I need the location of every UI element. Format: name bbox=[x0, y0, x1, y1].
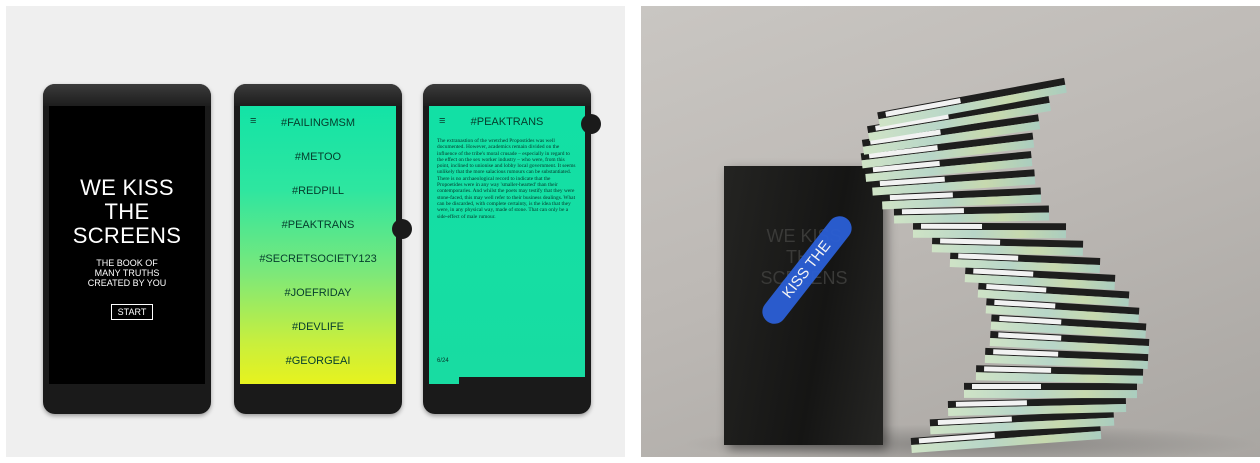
right-panel-book-photo: WE KISS THE SCREENS KISS THE SCREENS bbox=[641, 6, 1260, 457]
side-notch bbox=[392, 219, 412, 239]
article-title: #PEAKTRANS bbox=[470, 116, 544, 128]
phone-bezel bbox=[43, 84, 211, 106]
tag-item[interactable]: #REDPILL bbox=[240, 184, 396, 218]
spine-label bbox=[971, 383, 1041, 389]
phone-bezel bbox=[234, 84, 402, 106]
app-subtitle: THE BOOK OF MANY TRUTHS CREATED BY YOU bbox=[87, 258, 167, 288]
phone-article: ≡ #PEAKTRANS The extranastion of the wre… bbox=[423, 84, 601, 414]
tag-item[interactable]: #SECRETSOCIETY123 bbox=[240, 252, 396, 286]
book-cover: WE KISS THE SCREENS KISS THE SCREENS bbox=[724, 166, 883, 445]
article-body: The extranastion of the wretched Propost… bbox=[437, 138, 576, 220]
app-title: WE KISS THE SCREENS bbox=[72, 175, 182, 248]
tag-list: #FAILINGMSM #METOO #REDPILL #PEAKTRANS #… bbox=[240, 116, 396, 384]
page-number: 6/24 bbox=[437, 358, 449, 364]
book-pages bbox=[963, 389, 1137, 399]
start-screen: WE KISS THE SCREENS THE BOOK OF MANY TRU… bbox=[49, 106, 205, 384]
phone-bezel bbox=[423, 84, 591, 106]
tag-item[interactable]: #DEVLIFE bbox=[240, 320, 396, 354]
tag-item[interactable]: #PEAKTRANS bbox=[240, 218, 396, 252]
tag-item[interactable]: #FAILINGMSM bbox=[240, 116, 396, 150]
tag-item[interactable]: #METOO bbox=[240, 150, 396, 184]
stacked-book bbox=[963, 382, 1137, 399]
start-button[interactable]: START bbox=[111, 304, 153, 320]
book-pages bbox=[913, 229, 1067, 239]
phone-start-screen: WE KISS THE SCREENS THE BOOK OF MANY TRU… bbox=[43, 84, 211, 414]
side-notch bbox=[581, 114, 601, 134]
stacked-book bbox=[894, 205, 1050, 224]
phone-tag-list: ≡ #FAILINGMSM #METOO #REDPILL #PEAKTRANS… bbox=[234, 84, 412, 414]
article-screen: ≡ #PEAKTRANS The extranastion of the wre… bbox=[429, 106, 585, 384]
book-pages bbox=[894, 212, 1050, 224]
left-panel-app-screens: WE KISS THE SCREENS THE BOOK OF MANY TRU… bbox=[6, 6, 625, 457]
progress-bar bbox=[459, 377, 585, 384]
stacked-book bbox=[913, 222, 1067, 239]
tag-item[interactable]: #GEORGEAI bbox=[240, 354, 396, 384]
spine-label bbox=[921, 223, 983, 229]
tag-list-screen: ≡ #FAILINGMSM #METOO #REDPILL #PEAKTRANS… bbox=[240, 106, 396, 384]
tag-item[interactable]: #JOEFRIDAY bbox=[240, 286, 396, 320]
